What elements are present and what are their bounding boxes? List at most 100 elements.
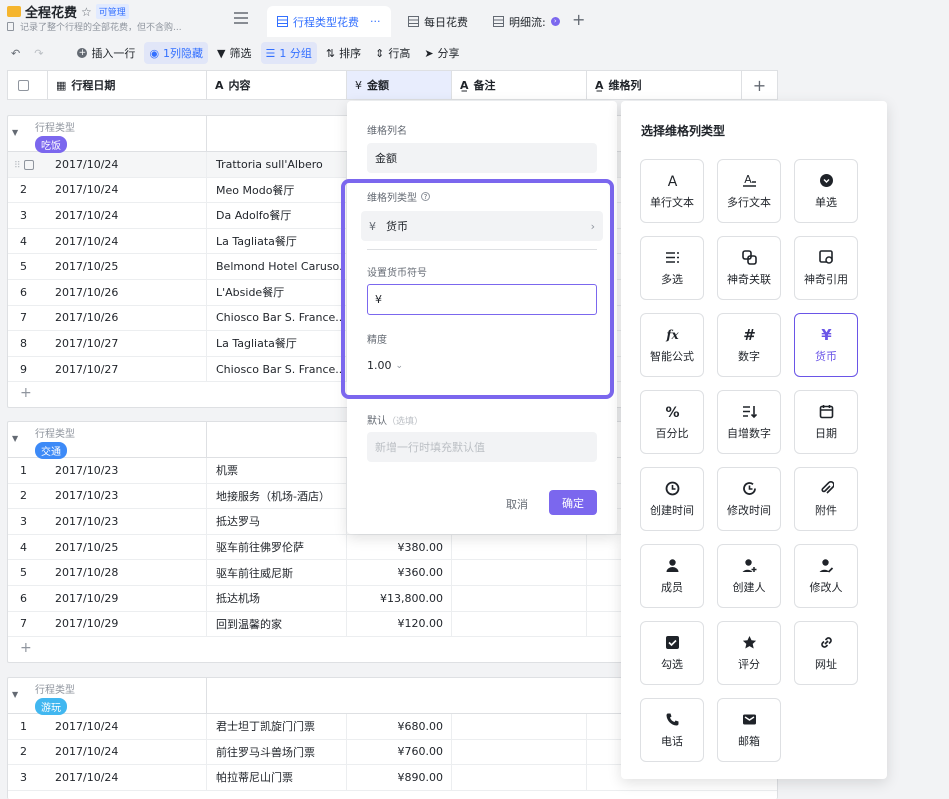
scroll-right-icon[interactable]: › <box>550 17 560 26</box>
cell-date[interactable]: 2017/10/23 <box>48 509 207 534</box>
filter-button[interactable]: ▼ 筛选 <box>212 42 256 64</box>
cell-amount[interactable]: ¥360.00 <box>347 560 452 585</box>
field-type-select[interactable]: ¥ 货币 › <box>361 211 603 241</box>
cell-amount[interactable]: ¥760.00 <box>347 739 452 765</box>
row-number[interactable]: 6 <box>8 286 48 299</box>
column-header-date[interactable]: ▦ 行程日期 <box>48 71 207 99</box>
cell-note[interactable] <box>452 611 587 637</box>
cell-content[interactable]: 机票 <box>207 458 347 483</box>
cell-date[interactable]: 2017/10/26 <box>48 305 207 331</box>
undo-icon[interactable]: ↶ <box>6 42 25 64</box>
cell-date[interactable]: 2017/10/24 <box>48 765 207 790</box>
help-icon[interactable]: ? <box>421 192 430 201</box>
column-header-content[interactable]: A 内容 <box>207 71 347 99</box>
row-number[interactable]: 6 <box>8 592 48 605</box>
field-type-option[interactable]: 日期 <box>794 390 858 454</box>
cell-date[interactable]: 2017/10/24 <box>48 177 207 203</box>
field-type-option[interactable]: 神奇关联 <box>717 236 781 300</box>
field-type-option[interactable]: 邮箱 <box>717 698 781 762</box>
row-number[interactable]: 3 <box>8 515 48 528</box>
redo-icon[interactable]: ↷ <box>29 42 48 64</box>
cell-date[interactable]: 2017/10/29 <box>48 585 207 611</box>
cell-date[interactable]: 2017/10/25 <box>48 534 207 560</box>
row-number[interactable]: 1 <box>8 720 48 733</box>
tab-type-cost[interactable]: 行程类型花费 ··· <box>267 6 391 37</box>
precision-select[interactable]: 1.00 ⌄ <box>367 359 403 372</box>
cell-amount[interactable]: ¥890.00 <box>347 765 452 790</box>
row-number[interactable]: 4 <box>8 235 48 248</box>
field-type-option[interactable]: % 百分比 <box>640 390 704 454</box>
field-type-option[interactable]: 多选 <box>640 236 704 300</box>
row-number[interactable]: 3 <box>8 771 48 784</box>
field-type-option[interactable]: 附件 <box>794 467 858 531</box>
row-checkbox[interactable]: ⠿ <box>8 158 48 171</box>
row-number[interactable]: 2 <box>8 745 48 758</box>
app-title[interactable]: 全程花费 <box>25 2 77 21</box>
row-number[interactable]: 1 <box>8 464 48 477</box>
cell-amount[interactable]: ¥380.00 <box>347 534 452 560</box>
cell-date[interactable]: 2017/10/24 <box>48 228 207 254</box>
sort-button[interactable]: ⇅ 排序 <box>321 42 366 64</box>
cell-content[interactable]: 回到温馨的家 <box>207 611 347 637</box>
cell-content[interactable]: L'Abside餐厅 <box>207 279 347 305</box>
field-type-option[interactable]: 网址 <box>794 621 858 685</box>
cell-content[interactable]: Trattoria sull'Albero <box>207 152 347 177</box>
confirm-button[interactable]: 确定 <box>549 490 597 515</box>
tab-detail-flow[interactable]: 明细流: › <box>483 6 570 37</box>
cell-date[interactable]: 2017/10/24 <box>48 714 207 739</box>
insert-row-button[interactable]: + 插入一行 <box>72 42 140 64</box>
cell-content[interactable]: Meo Modo餐厅 <box>207 177 347 203</box>
select-all-checkbox[interactable] <box>8 71 48 99</box>
row-height-button[interactable]: ⇕ 行高 <box>370 42 415 64</box>
cell-content[interactable]: 驱车前往佛罗伦萨 <box>207 534 347 560</box>
column-header-dim[interactable]: A̲ 维格列 <box>587 71 742 99</box>
field-type-option[interactable]: 电话 <box>640 698 704 762</box>
field-type-option[interactable]: 神奇引用 <box>794 236 858 300</box>
cell-content[interactable]: 抵达罗马 <box>207 509 347 534</box>
cell-amount[interactable]: ¥680.00 <box>347 714 452 739</box>
cell-content[interactable]: 君士坦丁凯旋门门票 <box>207 714 347 739</box>
row-number[interactable]: 4 <box>8 541 48 554</box>
field-type-option[interactable]: 成员 <box>640 544 704 608</box>
default-value-input[interactable]: 新增一行时填充默认值 <box>367 432 597 462</box>
field-name-input[interactable]: 金额 <box>367 143 597 173</box>
cell-date[interactable]: 2017/10/26 <box>48 279 207 305</box>
column-header-amount[interactable]: ¥ 金额 <box>347 71 452 99</box>
cell-date[interactable]: 2017/10/27 <box>48 356 207 382</box>
tab-daily-cost[interactable]: 每日花费 <box>398 6 478 37</box>
field-type-option[interactable]: # 数字 <box>717 313 781 377</box>
field-type-option[interactable]: 修改时间 <box>717 467 781 531</box>
cell-date[interactable]: 2017/10/23 <box>48 458 207 483</box>
collapse-icon[interactable]: ▼ <box>12 434 18 443</box>
field-type-option[interactable]: 单选 <box>794 159 858 223</box>
field-type-option[interactable]: fx 智能公式 <box>640 313 704 377</box>
field-type-option[interactable]: A 单行文本 <box>640 159 704 223</box>
add-column-icon[interactable]: + <box>742 71 777 99</box>
cell-date[interactable]: 2017/10/23 <box>48 483 207 509</box>
collapse-icon[interactable]: ▼ <box>12 128 18 137</box>
cell-content[interactable]: Chiosco Bar S. France... <box>207 305 347 331</box>
hidden-columns-button[interactable]: ◉ 1列隐藏 <box>144 42 209 64</box>
field-type-option[interactable]: 自增数字 <box>717 390 781 454</box>
row-number[interactable]: 7 <box>8 617 48 630</box>
row-number[interactable]: 8 <box>8 337 48 350</box>
field-type-option[interactable]: 创建人 <box>717 544 781 608</box>
row-number[interactable]: 2 <box>8 183 48 196</box>
cell-note[interactable] <box>452 714 587 739</box>
field-type-option[interactable]: 评分 <box>717 621 781 685</box>
field-type-option[interactable]: ¥ 货币 <box>794 313 858 377</box>
cell-amount[interactable]: ¥120.00 <box>347 611 452 637</box>
cell-content[interactable]: 地接服务（机场-酒店） <box>207 483 347 509</box>
column-header-note[interactable]: A̲ 备注 <box>452 71 587 99</box>
more-icon[interactable]: ··· <box>370 15 381 28</box>
cell-content[interactable]: La Tagliata餐厅 <box>207 228 347 254</box>
field-type-option[interactable]: 修改人 <box>794 544 858 608</box>
cell-content[interactable]: 抵达机场 <box>207 585 347 611</box>
cell-note[interactable] <box>452 560 587 585</box>
cell-note[interactable] <box>452 765 587 790</box>
cell-note[interactable] <box>452 739 587 765</box>
group-button[interactable]: ☰ 1 分组 <box>260 42 317 64</box>
cell-content[interactable]: 帕拉蒂尼山门票 <box>207 765 347 790</box>
collapse-icon[interactable]: ▼ <box>12 690 18 699</box>
share-button[interactable]: ➤ 分享 <box>419 42 464 64</box>
